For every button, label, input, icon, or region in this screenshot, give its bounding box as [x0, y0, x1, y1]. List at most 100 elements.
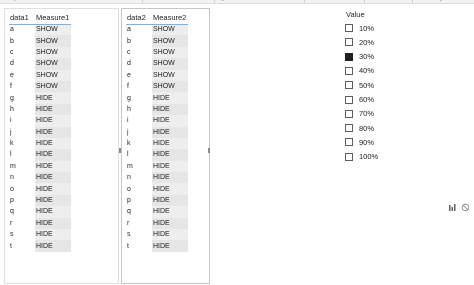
table-row[interactable]: o HIDE: [126, 183, 189, 195]
value-slicer[interactable]: Value 10% 20% 30% 40% 50% 60% 70% 80% 90% 100%: [340, 8, 450, 168]
measure-cell: HIDE: [35, 92, 72, 104]
measure-cell: SHOW: [35, 35, 72, 47]
table-row[interactable]: k HIDE: [126, 137, 189, 150]
filter-icon[interactable]: [448, 203, 457, 212]
table-row[interactable]: p HIDE: [126, 194, 189, 207]
table-row[interactable]: a SHOW: [126, 24, 189, 36]
table-row[interactable]: m HIDE: [9, 160, 72, 173]
table-row[interactable]: f SHOW: [9, 80, 72, 93]
slicer-option-label: 30%: [359, 52, 375, 62]
measure-cell: HIDE: [152, 160, 189, 173]
table-row[interactable]: j HIDE: [126, 126, 189, 138]
category-cell: n: [127, 174, 131, 182]
table-row[interactable]: i HIDE: [126, 115, 189, 127]
table-row[interactable]: m HIDE: [126, 160, 189, 173]
checkbox-unchecked[interactable]: [345, 38, 353, 47]
table-row[interactable]: c SHOW: [9, 46, 72, 59]
table-row[interactable]: b SHOW: [9, 35, 72, 47]
category-cell: b: [10, 37, 14, 45]
table-row[interactable]: a SHOW: [9, 24, 72, 36]
table-row[interactable]: f SHOW: [126, 80, 189, 93]
slicer-option[interactable]: 30%: [345, 51, 374, 63]
category-cell: o: [127, 185, 131, 193]
category-cell: c: [10, 48, 14, 56]
category-cell: e: [127, 71, 131, 79]
table-row[interactable]: g HIDE: [9, 92, 72, 104]
slicer-option[interactable]: 90%: [345, 136, 374, 148]
measure-cell: HIDE: [35, 183, 72, 195]
table-row[interactable]: k HIDE: [9, 137, 72, 150]
category-cell: r: [10, 219, 13, 227]
clear-selections-icon[interactable]: [461, 203, 470, 212]
table-row[interactable]: l HIDE: [126, 149, 189, 161]
table-row[interactable]: s HIDE: [9, 229, 72, 241]
table-row[interactable]: g HIDE: [126, 92, 189, 104]
checkbox-unchecked[interactable]: [345, 66, 353, 75]
measure-cell: SHOW: [35, 46, 72, 59]
table-row[interactable]: d SHOW: [126, 58, 189, 70]
measure-cell: HIDE: [35, 206, 72, 218]
table-row[interactable]: r HIDE: [126, 217, 189, 230]
measure-cell: HIDE: [152, 103, 189, 116]
category-cell: m: [10, 162, 16, 170]
table-row[interactable]: t HIDE: [9, 240, 72, 252]
measure-cell: SHOW: [35, 24, 72, 36]
category-cell: h: [127, 105, 131, 113]
measure-cell: HIDE: [35, 137, 72, 150]
slicer-option[interactable]: 80%: [345, 122, 374, 134]
table-row[interactable]: n HIDE: [9, 172, 72, 184]
table-row[interactable]: l HIDE: [9, 149, 72, 161]
slicer-option[interactable]: 10%: [345, 22, 374, 34]
table-visual-1[interactable]: data1 Measure1 a SHOW b SHOW c SHOW d SHOW e SHOW…: [4, 8, 119, 284]
checkbox-unchecked[interactable]: [345, 138, 353, 147]
checkbox-checked[interactable]: [345, 52, 353, 61]
slicer-option[interactable]: 70%: [345, 108, 374, 120]
column-header-data2[interactable]: data2: [126, 11, 152, 25]
table-row[interactable]: e SHOW: [9, 69, 72, 81]
checkbox-unchecked[interactable]: [345, 81, 353, 90]
category-cell: c: [127, 48, 131, 56]
slicer-option[interactable]: 100%: [345, 151, 378, 163]
slicer-option[interactable]: 20%: [345, 36, 374, 48]
slicer-option-label: 80%: [359, 123, 375, 133]
measure-cell: HIDE: [35, 172, 72, 184]
table-row[interactable]: q HIDE: [9, 206, 72, 218]
slicer-option[interactable]: 40%: [345, 65, 374, 77]
resize-handle[interactable]: [208, 148, 210, 153]
visual-header-icons: [448, 203, 470, 212]
table-row[interactable]: n HIDE: [126, 172, 189, 184]
table-row[interactable]: h HIDE: [9, 103, 72, 116]
table-row[interactable]: i HIDE: [9, 115, 72, 127]
table-row[interactable]: d SHOW: [9, 58, 72, 70]
table-row[interactable]: r HIDE: [9, 217, 72, 230]
checkbox-unchecked[interactable]: [345, 152, 353, 161]
slicer-option[interactable]: 60%: [345, 94, 374, 106]
category-cell: h: [10, 105, 14, 113]
category-cell: a: [127, 26, 131, 34]
column-header-measure1[interactable]: Measure1: [35, 11, 72, 25]
column-header-data1[interactable]: data1: [9, 11, 35, 25]
checkbox-unchecked[interactable]: [345, 124, 353, 133]
table-row[interactable]: j HIDE: [9, 126, 72, 138]
measure-cell: HIDE: [35, 160, 72, 173]
table-visual-2[interactable]: data2 Measure2 a SHOW b SHOW c SHOW d SHOW e SHOW…: [121, 8, 210, 284]
table-row[interactable]: p HIDE: [9, 194, 72, 207]
category-cell: t: [10, 242, 12, 250]
table-row[interactable]: b SHOW: [126, 35, 189, 47]
checkbox-unchecked[interactable]: [345, 95, 353, 104]
checkbox-unchecked[interactable]: [345, 109, 353, 118]
table-row[interactable]: o HIDE: [9, 183, 72, 195]
table-row[interactable]: q HIDE: [126, 206, 189, 218]
table-row[interactable]: c SHOW: [126, 46, 189, 59]
table-row[interactable]: e SHOW: [126, 69, 189, 81]
table-row[interactable]: t HIDE: [126, 240, 189, 252]
ribbon-group-label: Sensitivity: [418, 0, 443, 2]
table-row[interactable]: s HIDE: [126, 229, 189, 241]
checkbox-unchecked[interactable]: [345, 24, 353, 32]
measure-cell: HIDE: [152, 240, 189, 252]
table-row[interactable]: h HIDE: [126, 103, 189, 116]
slicer-option-label: 90%: [359, 137, 375, 147]
column-header-measure2[interactable]: Measure2: [152, 11, 189, 25]
slicer-option[interactable]: 50%: [345, 79, 374, 91]
measure-cell: SHOW: [152, 58, 189, 70]
